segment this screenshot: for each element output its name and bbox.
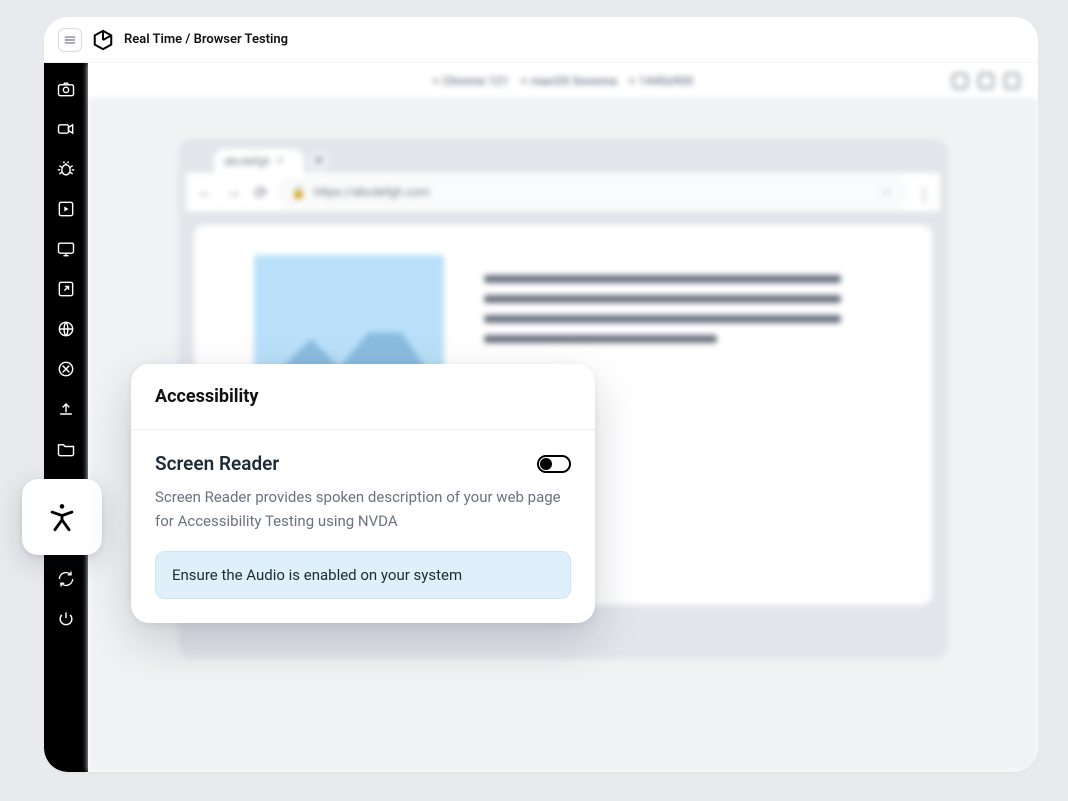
session-action-icons bbox=[952, 73, 1020, 89]
info-resolution: 1440x900 bbox=[639, 74, 693, 88]
bookmark-icon[interactable]: ☆ bbox=[881, 185, 895, 199]
refresh-icon[interactable] bbox=[54, 567, 78, 591]
accessibility-sidebar-tile[interactable] bbox=[22, 479, 102, 555]
screen-reader-toggle[interactable] bbox=[537, 455, 571, 473]
browser-tab[interactable]: abcdefgh✕ bbox=[214, 149, 304, 173]
crop-icon[interactable] bbox=[54, 357, 78, 381]
hamburger-menu-button[interactable] bbox=[58, 28, 82, 52]
session-info-bar: Chrome 121 macOS Sonoma 1440x900 bbox=[88, 63, 1038, 99]
app-logo bbox=[92, 29, 114, 51]
accessibility-panel: Accessibility Screen Reader Screen Reade… bbox=[131, 364, 595, 623]
url-text: https://abcdefgh.com bbox=[314, 185, 430, 199]
forward-icon[interactable]: → bbox=[224, 183, 242, 201]
bug-icon[interactable] bbox=[54, 157, 78, 181]
upload-icon[interactable] bbox=[54, 397, 78, 421]
new-tab-button[interactable]: + bbox=[308, 150, 330, 172]
monitor-icon[interactable] bbox=[54, 237, 78, 261]
screen-reader-description: Screen Reader provides spoken descriptio… bbox=[155, 485, 571, 533]
back-icon[interactable]: ← bbox=[196, 183, 214, 201]
hamburger-icon bbox=[63, 33, 77, 47]
camera-icon[interactable] bbox=[54, 77, 78, 101]
power-icon[interactable] bbox=[54, 607, 78, 631]
play-square-icon[interactable] bbox=[54, 197, 78, 221]
reload-icon[interactable]: ⟳ bbox=[252, 183, 270, 201]
panel-header: Accessibility bbox=[131, 364, 595, 430]
accessibility-person-icon bbox=[45, 500, 79, 534]
close-icon[interactable]: ✕ bbox=[276, 156, 284, 167]
topbar: Real Time / Browser Testing bbox=[44, 17, 1038, 63]
external-icon[interactable] bbox=[54, 277, 78, 301]
logo-icon bbox=[92, 29, 114, 51]
info-os: macOS Sonoma bbox=[531, 74, 617, 88]
globe-icon[interactable] bbox=[54, 317, 78, 341]
breadcrumb: Real Time / Browser Testing bbox=[124, 32, 288, 47]
info-browser: Chrome 121 bbox=[443, 74, 509, 88]
audio-note: Ensure the Audio is enabled on your syst… bbox=[155, 551, 571, 599]
panel-title: Accessibility bbox=[155, 386, 571, 407]
kebab-menu-icon[interactable]: ⋮ bbox=[916, 185, 930, 199]
video-icon[interactable] bbox=[54, 117, 78, 141]
lock-icon: 🔒 bbox=[291, 185, 306, 199]
screen-reader-title: Screen Reader bbox=[155, 452, 279, 475]
folder-icon[interactable] bbox=[54, 437, 78, 461]
sidebar bbox=[44, 63, 88, 772]
toggle-knob bbox=[540, 458, 552, 470]
url-bar[interactable]: 🔒 https://abcdefgh.com ☆ bbox=[280, 179, 906, 205]
